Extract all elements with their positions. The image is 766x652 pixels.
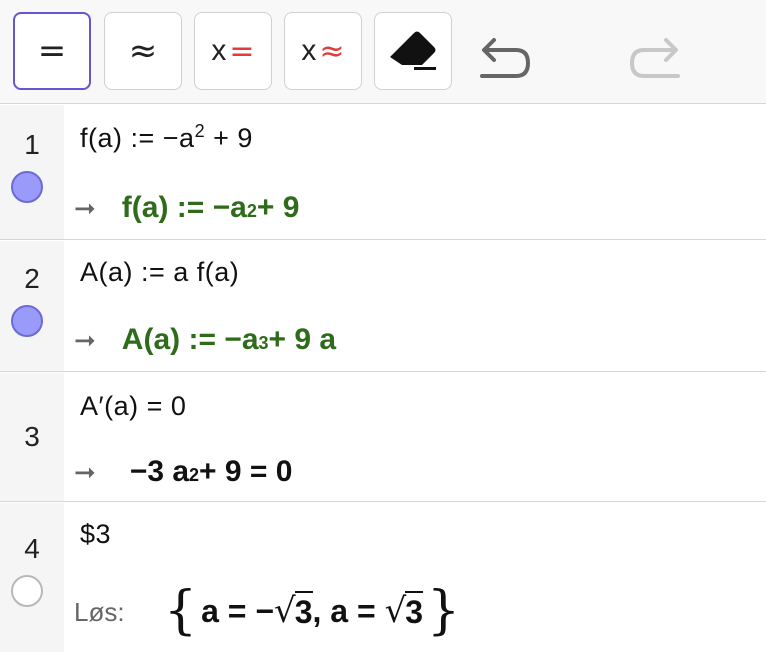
output-tail: + 9 bbox=[256, 191, 300, 224]
equals-symbol: = bbox=[37, 31, 67, 71]
input-exponent: 2 bbox=[194, 121, 206, 141]
cas-row-3[interactable]: 3 A′(a) = 0 ➞ −3 a2 + 9 = 0 bbox=[0, 373, 766, 502]
output-text: A(a) := −a bbox=[121, 323, 259, 356]
output-tail: + 9 a bbox=[268, 323, 337, 356]
redo-button[interactable] bbox=[626, 30, 690, 86]
red-approx-symbol: ≈ bbox=[319, 33, 345, 69]
cas-input[interactable]: $3 bbox=[80, 519, 111, 550]
open-brace: { bbox=[164, 581, 198, 641]
input-tail: + 9 bbox=[205, 123, 253, 153]
substitute-numeric-button[interactable]: x ≈ bbox=[284, 12, 362, 90]
solve-command-label: Løs: bbox=[74, 597, 125, 627]
sqrt-icon: √ bbox=[384, 591, 407, 631]
solution-a2: a = bbox=[330, 592, 385, 629]
output-text: −3 a bbox=[129, 455, 190, 488]
output-arrow-icon: ➞ bbox=[74, 457, 96, 487]
substitute-exact-button[interactable]: x = bbox=[194, 12, 272, 90]
numeric-mode-button[interactable]: ≈ bbox=[104, 12, 182, 90]
radicand-1: 3 bbox=[294, 591, 313, 631]
row-number: 2 bbox=[24, 263, 40, 294]
row-number: 4 bbox=[24, 533, 40, 564]
eraser-icon bbox=[390, 31, 436, 70]
cas-output: ➞ f(a) := −a 2 + 9 bbox=[74, 191, 300, 224]
input-text: $3 bbox=[80, 519, 112, 549]
solution-a1: a = − bbox=[201, 592, 275, 629]
cas-row-4[interactable]: 4 $3 Løs: { a = − √ 3 , a = √ 3 } bbox=[0, 503, 766, 652]
undo-icon bbox=[480, 38, 531, 78]
solution-set: { a = − √ 3 , a = √ 3 } bbox=[160, 581, 464, 641]
cas-output: ➞ −3 a2 + 9 = 0 bbox=[74, 455, 293, 488]
radicand-2: 3 bbox=[405, 591, 424, 631]
approx-symbol: ≈ bbox=[128, 31, 158, 71]
redo-icon bbox=[629, 38, 680, 78]
cas-input[interactable]: A′(a) = 0 bbox=[80, 391, 186, 422]
eraser-button[interactable] bbox=[374, 12, 452, 90]
cas-input[interactable]: f(a) := −a2 + 9 bbox=[80, 121, 253, 154]
input-text: f(a) := −a bbox=[80, 123, 195, 153]
row-number: 1 bbox=[24, 129, 40, 160]
visibility-toggle-empty[interactable] bbox=[11, 575, 43, 607]
cas-toolbar: = ≈ x = x ≈ bbox=[0, 0, 766, 104]
cas-input[interactable]: A(a) := a f(a) bbox=[80, 257, 239, 288]
input-text: A(a) := a f(a) bbox=[80, 257, 240, 287]
input-text: A′(a) = 0 bbox=[80, 391, 187, 421]
cas-row-2[interactable]: 2 A(a) := a f(a) ➞ A(a) := −a 3 + 9 a bbox=[0, 241, 766, 372]
output-tail: + 9 = 0 bbox=[199, 455, 293, 488]
cas-row-1[interactable]: 1 f(a) := −a2 + 9 ➞ f(a) := −a 2 + 9 bbox=[0, 105, 766, 240]
output-arrow-icon: ➞ bbox=[74, 193, 96, 223]
x-symbol: x bbox=[211, 34, 227, 67]
visibility-toggle-filled[interactable] bbox=[11, 305, 43, 337]
exact-mode-button[interactable]: = bbox=[13, 12, 91, 90]
x-symbol: x bbox=[301, 34, 317, 67]
output-text: f(a) := −a bbox=[121, 191, 247, 224]
close-brace: } bbox=[427, 581, 461, 641]
row-number: 3 bbox=[24, 421, 40, 452]
sqrt-icon: √ bbox=[274, 591, 296, 631]
cas-output: ➞ A(a) := −a 3 + 9 a bbox=[74, 323, 337, 356]
visibility-toggle-filled[interactable] bbox=[11, 171, 43, 203]
solution-separator: , bbox=[312, 592, 331, 629]
red-equals-symbol: = bbox=[229, 33, 255, 69]
output-arrow-icon: ➞ bbox=[74, 325, 96, 355]
undo-button[interactable] bbox=[470, 30, 534, 86]
